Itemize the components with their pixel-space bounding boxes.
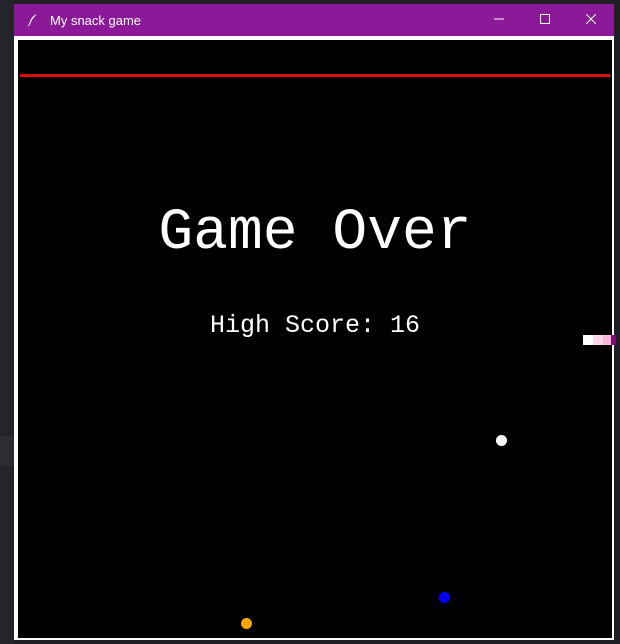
- boundary-line: [20, 74, 610, 77]
- snake-segment: [593, 335, 603, 345]
- high-score-text: High Score: 16: [209, 311, 421, 340]
- background-editor: [0, 0, 14, 644]
- game-over-text: Game Over: [158, 201, 472, 266]
- maximize-button[interactable]: [522, 4, 568, 36]
- minimize-button[interactable]: [476, 4, 522, 36]
- close-button[interactable]: [568, 4, 614, 36]
- game-canvas[interactable]: Game Over High Score: 16: [18, 40, 616, 638]
- title-bar[interactable]: My snack game: [14, 4, 614, 36]
- food-white: [496, 435, 507, 446]
- minimize-icon: [494, 11, 504, 29]
- maximize-icon: [540, 11, 550, 29]
- window-title: My snack game: [50, 12, 142, 28]
- snake-segment: [611, 335, 616, 345]
- background-panel: [0, 436, 14, 466]
- food-orange: [241, 618, 252, 629]
- close-icon: [585, 11, 597, 29]
- food-blue: [439, 592, 450, 603]
- snake: [583, 335, 616, 345]
- window-border: Game Over High Score: 16: [14, 36, 616, 640]
- snake-segment: [603, 335, 611, 345]
- feather-icon: [26, 13, 40, 27]
- game-window: My snack game Game Over High Score: 16: [14, 4, 616, 640]
- snake-segment: [583, 335, 593, 345]
- window-controls: [476, 4, 614, 36]
